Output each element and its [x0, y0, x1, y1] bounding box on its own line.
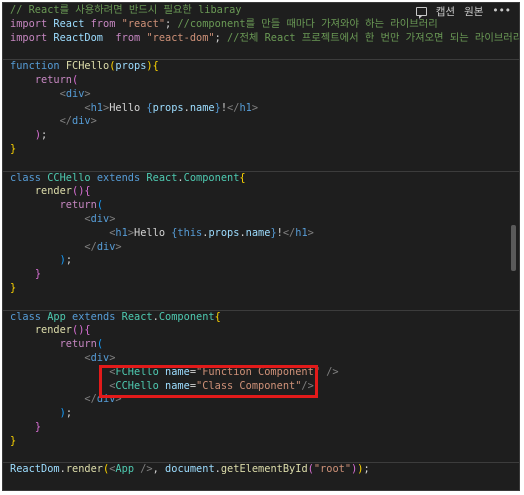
code-line: return(: [59, 338, 104, 351]
code-line: return(: [34, 73, 79, 86]
keyword: return: [59, 338, 97, 351]
keyword: import: [10, 31, 48, 44]
keyword: return: [59, 199, 97, 212]
toolbar: 캡션 원본 •••: [409, 3, 519, 19]
identifier: document: [165, 463, 215, 476]
code-line: }: [34, 420, 42, 433]
code-line: import ReactDom from "react-dom"; //전체 R…: [3, 32, 519, 46]
highlight-box: [99, 365, 318, 398]
identifier: props: [152, 101, 184, 114]
code-line: <div>: [84, 351, 116, 364]
more-icon[interactable]: •••: [492, 5, 511, 17]
code-line: );: [59, 407, 73, 420]
class-name: Component: [183, 171, 240, 184]
jsx-text: Hello: [134, 226, 172, 239]
comment: //전체 React 프로젝트에서 한 번만 가져오면 되는 라이브러리: [227, 31, 520, 44]
code-line: }: [10, 434, 17, 447]
component-tag: App: [115, 463, 135, 476]
class-name: Component: [158, 310, 215, 323]
code-line: render(){: [34, 324, 91, 337]
function-name: FCHello: [65, 60, 110, 73]
code-line: class App extends React.Component{: [10, 310, 221, 323]
string: "root": [313, 463, 352, 476]
keyword: this: [177, 226, 203, 239]
function-name: getElementById: [220, 463, 308, 476]
code-line: return(: [59, 199, 104, 212]
code-line: class CCHello extends React.Component{: [10, 171, 246, 184]
keyword: class: [10, 310, 41, 323]
punctuation: ;: [165, 17, 172, 30]
comment: //component를 만들 때마다 가져와야 하는 라이브러리: [177, 17, 438, 30]
class-name: CCHello: [47, 171, 91, 184]
string: "react": [121, 17, 166, 30]
class-name: React: [146, 171, 178, 184]
parameter: props: [115, 60, 147, 73]
tag-name: h1: [295, 226, 308, 239]
keyword: extends: [96, 171, 141, 184]
class-name: React: [121, 310, 153, 323]
identifier: props: [208, 226, 240, 239]
tag-name: div: [72, 115, 91, 128]
code-screenshot: // React를 사용하려면 반드시 필요한 libaray import R…: [2, 2, 520, 491]
string: "react-dom": [146, 31, 215, 44]
scrollbar-thumb[interactable]: [511, 225, 516, 271]
code-line: }: [10, 281, 17, 294]
identifier: React: [53, 17, 85, 30]
keyword: return: [34, 73, 73, 86]
caption-icon[interactable]: [415, 6, 427, 19]
code-line: <div>: [59, 87, 91, 100]
code-line: <h1>Hello {props.name}!</h1>: [84, 101, 259, 114]
keyword: class: [10, 171, 41, 184]
code-line: }: [10, 142, 17, 155]
code-line: </div>: [84, 240, 122, 253]
original-button[interactable]: 원본: [464, 4, 483, 19]
tag-name: div: [90, 351, 110, 364]
code-line: <h1>Hello {this.props.name}!</h1>: [109, 226, 314, 239]
class-name: App: [47, 310, 66, 323]
tag-name: div: [65, 87, 85, 100]
tag-name: div: [90, 212, 110, 225]
keyword: from: [90, 17, 116, 30]
code-line: ReactDom.render(<App />, document.getEle…: [10, 463, 370, 476]
keyword: extends: [72, 310, 116, 323]
code-line: );: [34, 129, 48, 142]
code-editor: // React를 사용하려면 반드시 필요한 libaray import R…: [3, 3, 519, 490]
identifier: ReactDom: [53, 31, 104, 44]
property: name: [189, 101, 215, 114]
code-line: </div>: [59, 115, 97, 128]
jsx-text: Hello: [109, 101, 147, 114]
tag-name: h1: [239, 101, 252, 114]
tag-name: div: [96, 240, 116, 253]
comment: // React를 사용하려면 반드시 필요한 libaray: [10, 4, 242, 16]
keyword: from: [115, 31, 141, 44]
tag-name: h1: [115, 226, 128, 239]
code-line: );: [59, 254, 73, 267]
method-name: render: [34, 185, 73, 198]
code-line: render(){: [34, 185, 91, 198]
code-line: }: [34, 268, 42, 281]
property: name: [245, 226, 271, 239]
caption-button[interactable]: 캡션: [436, 4, 455, 19]
code-line: import React from "react"; //component를 …: [3, 18, 519, 32]
tag-name: h1: [90, 101, 104, 114]
keyword: import: [10, 17, 48, 30]
code-line: function FCHello(props){: [10, 60, 159, 73]
punctuation: ;: [214, 31, 221, 44]
function-name: render: [65, 463, 104, 476]
keyword: function: [10, 60, 60, 73]
code-line: <div>: [84, 212, 116, 225]
identifier: ReactDom: [10, 463, 60, 476]
method-name: render: [34, 324, 73, 337]
